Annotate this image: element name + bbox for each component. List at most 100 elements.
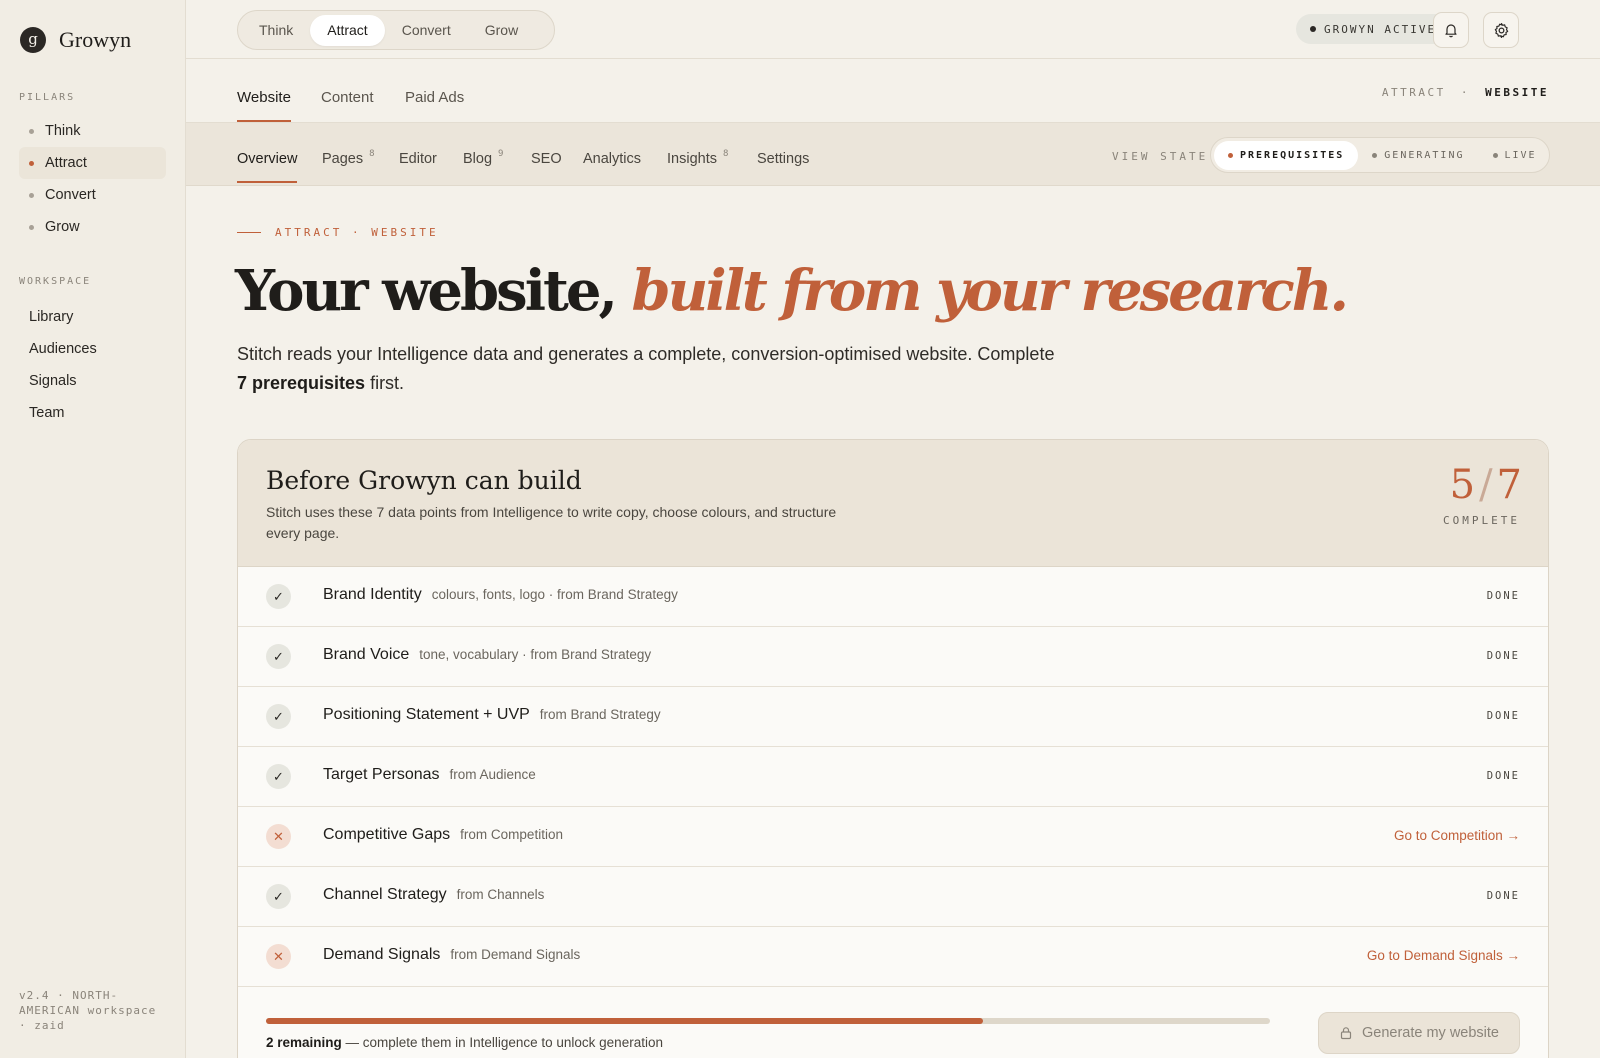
cross-icon: ✕ bbox=[266, 824, 291, 849]
tab-label: SEO bbox=[531, 151, 562, 167]
bullet-icon bbox=[29, 192, 34, 198]
sidebar-item-label: Think bbox=[45, 123, 81, 139]
tab-pages[interactable]: Pages 8 bbox=[322, 149, 375, 167]
check-icon: ✓ bbox=[266, 884, 291, 909]
tab-settings[interactable]: Settings bbox=[757, 151, 809, 167]
page-title: Your website, built from your research. bbox=[235, 258, 1349, 324]
sidebar-item-signals[interactable]: Signals bbox=[19, 365, 166, 397]
tab-label: Blog bbox=[463, 151, 493, 167]
subtitle-emphasis: 7 prerequisites bbox=[237, 373, 366, 393]
tab-content[interactable]: Content bbox=[321, 89, 374, 106]
title-emphasis: built from your research. bbox=[631, 258, 1348, 324]
progress-count: 5/7 bbox=[1450, 462, 1522, 508]
bell-icon bbox=[1445, 24, 1457, 38]
card-footer: 2 remaining — complete them in Intellige… bbox=[238, 987, 1548, 1058]
view-state-text: LIVE bbox=[1504, 149, 1537, 161]
pill-attract[interactable]: Attract bbox=[310, 14, 385, 46]
remaining-text: 2 remaining — complete them in Intellige… bbox=[266, 1035, 663, 1050]
dot-icon bbox=[1492, 152, 1498, 158]
check-icon: ✓ bbox=[266, 704, 291, 729]
prerequisite-row: ✓ Positioning Statement + UVP from Brand S… bbox=[238, 687, 1548, 747]
status-dot-icon bbox=[1310, 26, 1316, 32]
prerequisite-list: ✓ Brand Identity colours, fonts, logo · fr… bbox=[238, 567, 1548, 987]
pillars-heading: PILLARS bbox=[19, 92, 76, 103]
check-icon: ✓ bbox=[266, 764, 291, 789]
view-state-text: GENERATING bbox=[1384, 149, 1465, 161]
prerequisite-name: Competitive Gaps from Competition bbox=[323, 826, 563, 844]
progress-slash: / bbox=[1479, 462, 1493, 508]
prerequisite-name: Target Personas from Audience bbox=[323, 766, 536, 784]
pill-convert[interactable]: Convert bbox=[385, 15, 468, 46]
logo[interactable]: g Growyn bbox=[20, 27, 131, 53]
view-state-prerequisites[interactable]: PREREQUISITES bbox=[1214, 140, 1359, 170]
prerequisite-source: from Audience bbox=[449, 767, 536, 782]
breadcrumb-parent: ATTRACT bbox=[1381, 86, 1446, 99]
tab-paid-ads[interactable]: Paid Ads bbox=[405, 89, 464, 106]
prerequisite-source: from Brand Strategy bbox=[539, 707, 661, 722]
pillar-switcher: Think Attract Convert Grow bbox=[237, 10, 555, 50]
prerequisite-name: Channel Strategy from Channels bbox=[323, 886, 544, 904]
tab-website[interactable]: Website bbox=[237, 89, 291, 122]
eyebrow-rule bbox=[237, 232, 261, 233]
view-state-switcher: PREREQUISITES GENERATING LIVE bbox=[1210, 137, 1550, 173]
status-text: GROWYN ACTIVE bbox=[1324, 22, 1437, 36]
view-state-live[interactable]: LIVE bbox=[1479, 141, 1551, 170]
sidebar-item-convert[interactable]: Convert bbox=[19, 179, 166, 211]
generate-website-button[interactable]: Generate my website bbox=[1318, 1012, 1520, 1054]
dot-icon bbox=[1372, 152, 1378, 158]
sidebar-item-label: Grow bbox=[45, 219, 80, 235]
settings-button[interactable] bbox=[1483, 12, 1519, 48]
tab-label: Pages bbox=[322, 151, 364, 167]
tab-count: 9 bbox=[498, 149, 504, 159]
tab-count: 8 bbox=[722, 149, 729, 159]
bullet-icon bbox=[29, 160, 34, 166]
prerequisite-source: colours, fonts, logo · from Brand Strate… bbox=[431, 587, 678, 602]
go-to-source-link[interactable]: Go to Competition → bbox=[1394, 828, 1520, 843]
go-to-source-link[interactable]: Go to Demand Signals → bbox=[1367, 948, 1520, 963]
progress-bar bbox=[266, 1018, 1270, 1024]
sidebar: g Growyn PILLARS Think Attract Convert G… bbox=[0, 0, 186, 1058]
view-state-generating[interactable]: GENERATING bbox=[1358, 141, 1478, 170]
prerequisite-source: from Channels bbox=[456, 887, 545, 902]
prerequisite-source: from Competition bbox=[460, 827, 563, 842]
prerequisite-source: tone, vocabulary · from Brand Strategy bbox=[419, 647, 652, 662]
pill-grow[interactable]: Grow bbox=[468, 15, 535, 46]
prerequisite-title: Target Personas bbox=[323, 766, 440, 783]
notifications-button[interactable] bbox=[1433, 12, 1469, 48]
card-description: Stitch uses these 7 data points from Int… bbox=[266, 504, 837, 541]
tab-editor[interactable]: Editor bbox=[399, 151, 437, 167]
sidebar-item-team[interactable]: Team bbox=[19, 397, 166, 429]
sidebar-item-grow[interactable]: Grow bbox=[19, 211, 166, 243]
sidebar-item-audiences[interactable]: Audiences bbox=[19, 333, 166, 365]
tab-analytics[interactable]: Analytics bbox=[583, 151, 641, 167]
pill-think[interactable]: Think bbox=[242, 15, 310, 46]
dot-icon bbox=[1228, 152, 1233, 158]
bullet-icon bbox=[29, 224, 34, 230]
tab-insights[interactable]: Insights 8 bbox=[667, 149, 729, 167]
eyebrow: ATTRACT · WEBSITE bbox=[237, 226, 439, 239]
logo-mark: g bbox=[20, 27, 46, 53]
card-header: Before Growyn can build Stitch uses thes… bbox=[238, 440, 1548, 567]
tab-seo[interactable]: SEO bbox=[531, 151, 562, 167]
tab-overview[interactable]: Overview bbox=[237, 151, 298, 183]
done-count: 5 bbox=[1449, 462, 1476, 508]
sidebar-item-label: Attract bbox=[45, 155, 87, 171]
generate-label: Generate my website bbox=[1361, 1025, 1499, 1041]
brand-name: Growyn bbox=[59, 27, 132, 52]
check-icon: ✓ bbox=[266, 644, 291, 669]
prerequisite-title: Demand Signals bbox=[323, 946, 441, 963]
lock-icon bbox=[1340, 1027, 1352, 1040]
sidebar-item-label: Convert bbox=[45, 187, 96, 203]
sidebar-item-library[interactable]: Library bbox=[19, 301, 166, 333]
card-title: Before Growyn can build bbox=[266, 466, 582, 495]
prerequisite-source: from Demand Signals bbox=[450, 947, 581, 962]
status-badge: GROWYN ACTIVE bbox=[1296, 14, 1451, 44]
tab-blog[interactable]: Blog 9 bbox=[463, 149, 504, 167]
view-state-label: VIEW STATE bbox=[1112, 150, 1209, 163]
bullet-icon bbox=[29, 128, 34, 134]
gear-icon bbox=[1494, 22, 1508, 38]
sidebar-item-think[interactable]: Think bbox=[19, 115, 166, 147]
tab-label: Analytics bbox=[583, 151, 642, 167]
sidebar-item-attract[interactable]: Attract bbox=[19, 147, 166, 179]
breadcrumb-separator: · bbox=[1460, 86, 1471, 99]
